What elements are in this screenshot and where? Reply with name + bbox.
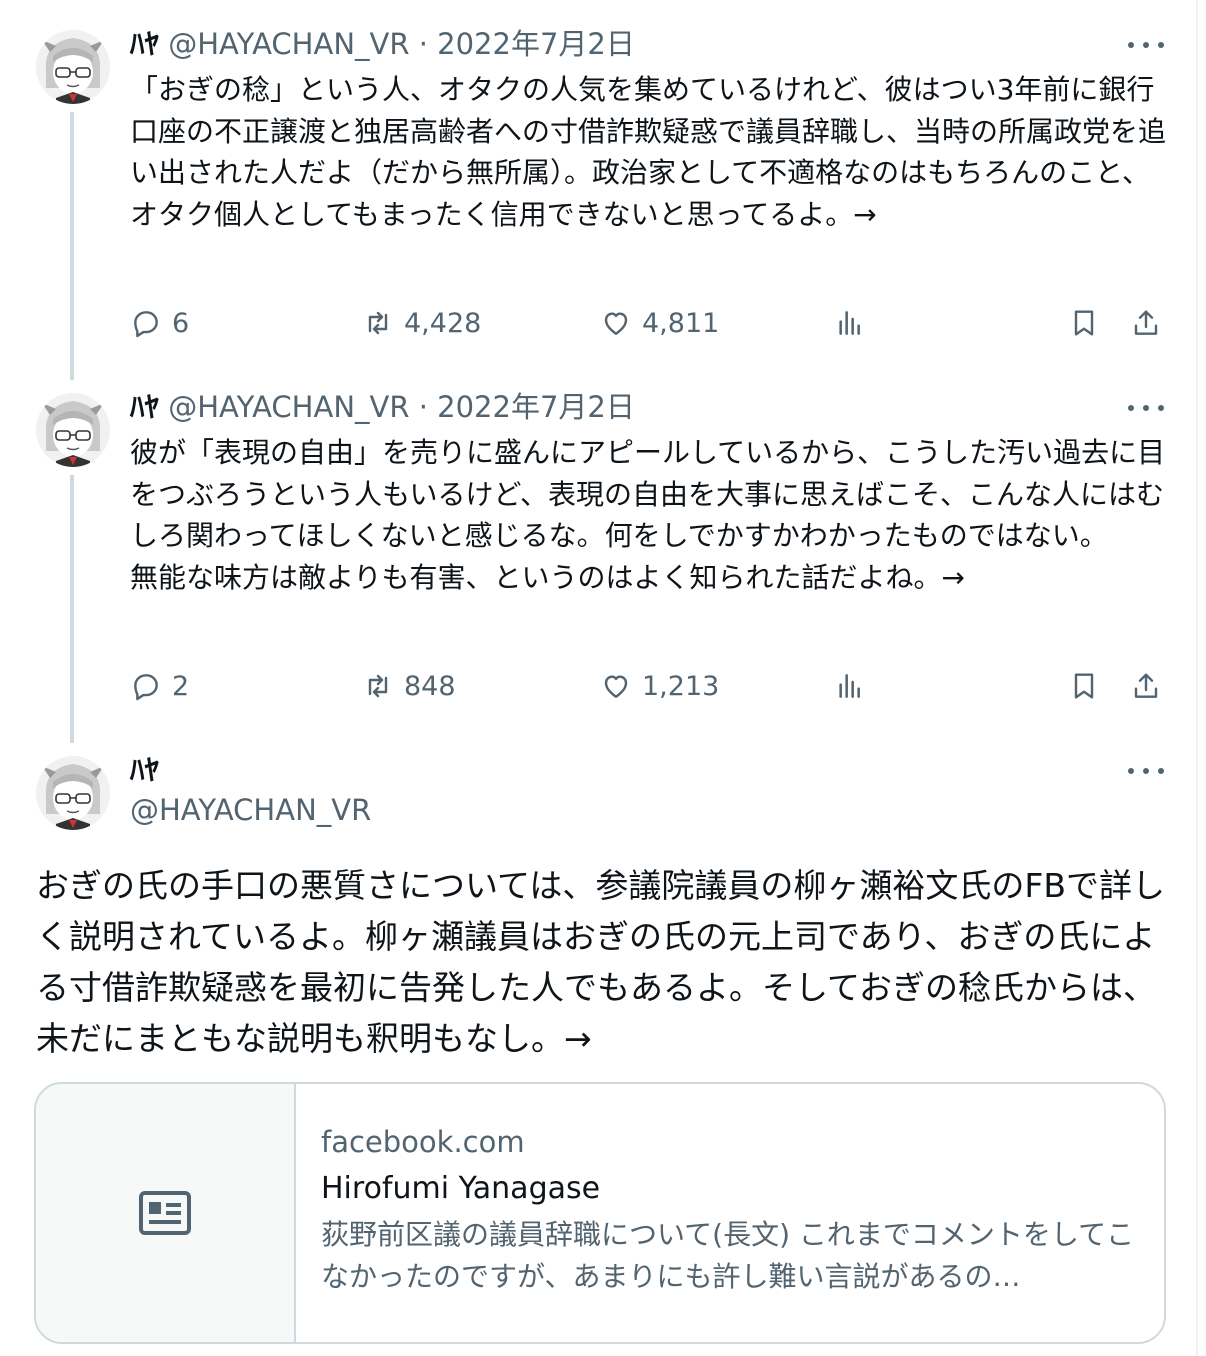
like-icon	[604, 312, 628, 335]
separator-dot: ·	[418, 27, 438, 61]
tweet-actions: 2 848 1,213	[130, 666, 1170, 706]
display-name[interactable]: ﾊﾔ	[130, 752, 159, 788]
timeline-border	[1196, 0, 1198, 1356]
repost-button[interactable]: 4,428	[362, 303, 481, 343]
repost-icon	[368, 311, 388, 335]
share-icon	[1134, 673, 1158, 698]
views-button[interactable]	[834, 303, 876, 343]
more-icon[interactable]	[1128, 398, 1164, 418]
tweet-text: 彼が「表現の自由」を売りに盛んにアピールしているから、こうした汚い過去に目をつぶ…	[130, 436, 1166, 594]
repost-count: 4,428	[404, 307, 482, 339]
tweet-header: ﾊﾔ @HAYACHAN_VR · 2022年7月2日	[130, 389, 635, 425]
tweet-date[interactable]: 2022年7月2日	[437, 390, 635, 424]
views-button[interactable]	[834, 666, 876, 706]
views-icon	[839, 311, 860, 335]
bookmark-button[interactable]	[1068, 303, 1110, 343]
reply-count: 6	[172, 307, 190, 339]
reply-button[interactable]: 6	[130, 303, 189, 343]
like-count: 1,213	[642, 670, 720, 702]
like-icon	[604, 675, 628, 698]
tweet-date[interactable]: 2022年7月2日	[437, 27, 635, 61]
main-tweet-text: おぎの氏の手口の悪質さについては、参議院議員の柳ヶ瀬裕文氏のFBで詳しく説明され…	[36, 866, 1165, 1058]
link-card-description: 荻野前区議の議員辞職について(長文) これまでコメントをしてこなかったのですが、…	[321, 1218, 1135, 1293]
bookmark-icon	[1074, 673, 1094, 699]
display-name-text: ﾊﾔ	[130, 753, 160, 787]
bookmark-button[interactable]	[1068, 666, 1110, 706]
avatar[interactable]	[36, 30, 110, 104]
display-name[interactable]: ﾊﾔ	[130, 390, 159, 424]
link-card-body: facebook.com Hirofumi Yanagase 荻野前区議の議員辞…	[321, 1122, 1141, 1298]
separator-dot: ·	[418, 390, 438, 424]
avatar[interactable]	[36, 393, 110, 467]
user-handle[interactable]: @HAYACHAN_VR	[130, 792, 371, 828]
share-button[interactable]	[1130, 666, 1172, 706]
tweet-actions: 6 4,428 4,811	[130, 303, 1170, 343]
views-icon	[839, 674, 860, 698]
like-count: 4,811	[642, 307, 720, 339]
share-button[interactable]	[1130, 303, 1172, 343]
link-card-domain: facebook.com	[321, 1125, 525, 1159]
tweet-text: 「おぎの稔」という人、オタクの人気を集めているけれど、彼はつい3年前に銀行口座の…	[130, 73, 1167, 231]
tweet-header: ﾊﾔ @HAYACHAN_VR · 2022年7月2日	[130, 26, 635, 62]
link-card-title: Hirofumi Yanagase	[321, 1171, 601, 1206]
avatar[interactable]	[36, 756, 110, 830]
thread-line	[70, 475, 74, 743]
user-handle[interactable]: @HAYACHAN_VR	[168, 27, 409, 61]
article-icon	[139, 1191, 191, 1235]
link-card[interactable]: facebook.com Hirofumi Yanagase 荻野前区議の議員辞…	[34, 1082, 1166, 1344]
share-icon	[1134, 310, 1158, 335]
bookmark-icon	[1074, 310, 1094, 336]
thread-line	[70, 112, 74, 380]
reply-icon	[134, 311, 158, 338]
more-icon[interactable]	[1128, 761, 1164, 781]
like-button[interactable]: 4,811	[600, 303, 719, 343]
reply-count: 2	[172, 670, 190, 702]
reply-button[interactable]: 2	[130, 666, 189, 706]
user-handle[interactable]: @HAYACHAN_VR	[168, 390, 409, 424]
reply-icon	[134, 674, 158, 701]
user-handle-text: @HAYACHAN_VR	[130, 793, 372, 827]
link-card-thumbnail	[36, 1084, 296, 1342]
repost-count: 848	[404, 670, 456, 702]
like-button[interactable]: 1,213	[600, 666, 719, 706]
repost-button[interactable]: 848	[362, 666, 456, 706]
display-name[interactable]: ﾊﾔ	[130, 27, 159, 61]
repost-icon	[368, 674, 388, 698]
more-icon[interactable]	[1128, 35, 1164, 55]
